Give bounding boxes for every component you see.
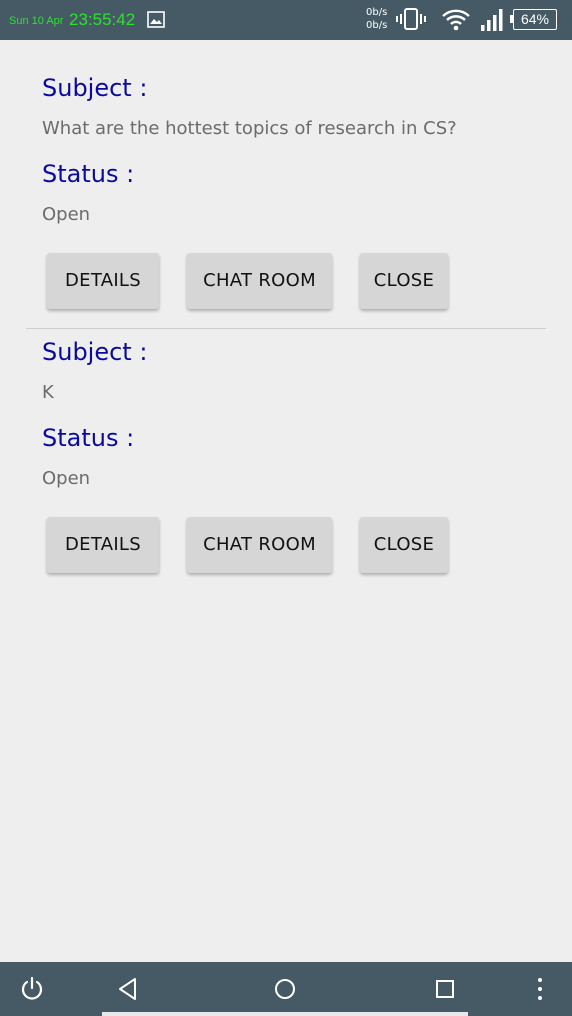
recents-icon[interactable] xyxy=(432,976,458,1002)
status-value: Open xyxy=(42,468,91,489)
close-button[interactable]: CLOSE xyxy=(360,517,448,573)
status-value: Open xyxy=(42,204,91,225)
status-date: Sun 10 Apr xyxy=(9,15,64,27)
power-icon[interactable] xyxy=(19,976,45,1002)
subject-label: Subject : xyxy=(42,74,148,102)
more-icon[interactable] xyxy=(527,976,553,1002)
details-button[interactable]: DETAILS xyxy=(47,253,159,309)
gallery-icon xyxy=(147,11,165,28)
home-icon[interactable] xyxy=(272,976,298,1002)
battery-icon: 64% xyxy=(513,9,557,30)
ticket-card: Subject : What are the hottest topics of… xyxy=(0,40,572,330)
status-time: 23:55:42 xyxy=(69,10,136,29)
nav-indicator xyxy=(102,1012,468,1016)
button-row: DETAILS CHAT ROOM CLOSE xyxy=(0,517,572,577)
wifi-icon xyxy=(442,9,470,31)
network-speed: 0b/s 0b/s xyxy=(366,6,387,32)
status-label: Status : xyxy=(42,160,135,188)
subject-value: What are the hottest topics of research … xyxy=(42,118,457,139)
status-bar: Sun 10 Apr 23:55:42 0b/s 0b/s 64% xyxy=(0,0,572,40)
signal-icon xyxy=(481,9,503,31)
ticket-card: Subject : K Status : Open DETAILS CHAT R… xyxy=(0,304,572,594)
chat-room-button[interactable]: CHAT ROOM xyxy=(187,517,332,573)
status-label: Status : xyxy=(42,424,135,452)
back-icon[interactable] xyxy=(115,976,141,1002)
net-up: 0b/s xyxy=(366,7,388,18)
subject-value: K xyxy=(42,382,54,403)
chat-room-button[interactable]: CHAT ROOM xyxy=(187,253,332,309)
subject-label: Subject : xyxy=(42,338,148,366)
details-button[interactable]: DETAILS xyxy=(47,517,159,573)
navigation-bar xyxy=(0,962,572,1016)
battery-level: 64% xyxy=(520,11,550,27)
net-down: 0b/s xyxy=(366,20,388,31)
close-button[interactable]: CLOSE xyxy=(360,253,448,309)
vibrate-icon xyxy=(396,8,426,30)
